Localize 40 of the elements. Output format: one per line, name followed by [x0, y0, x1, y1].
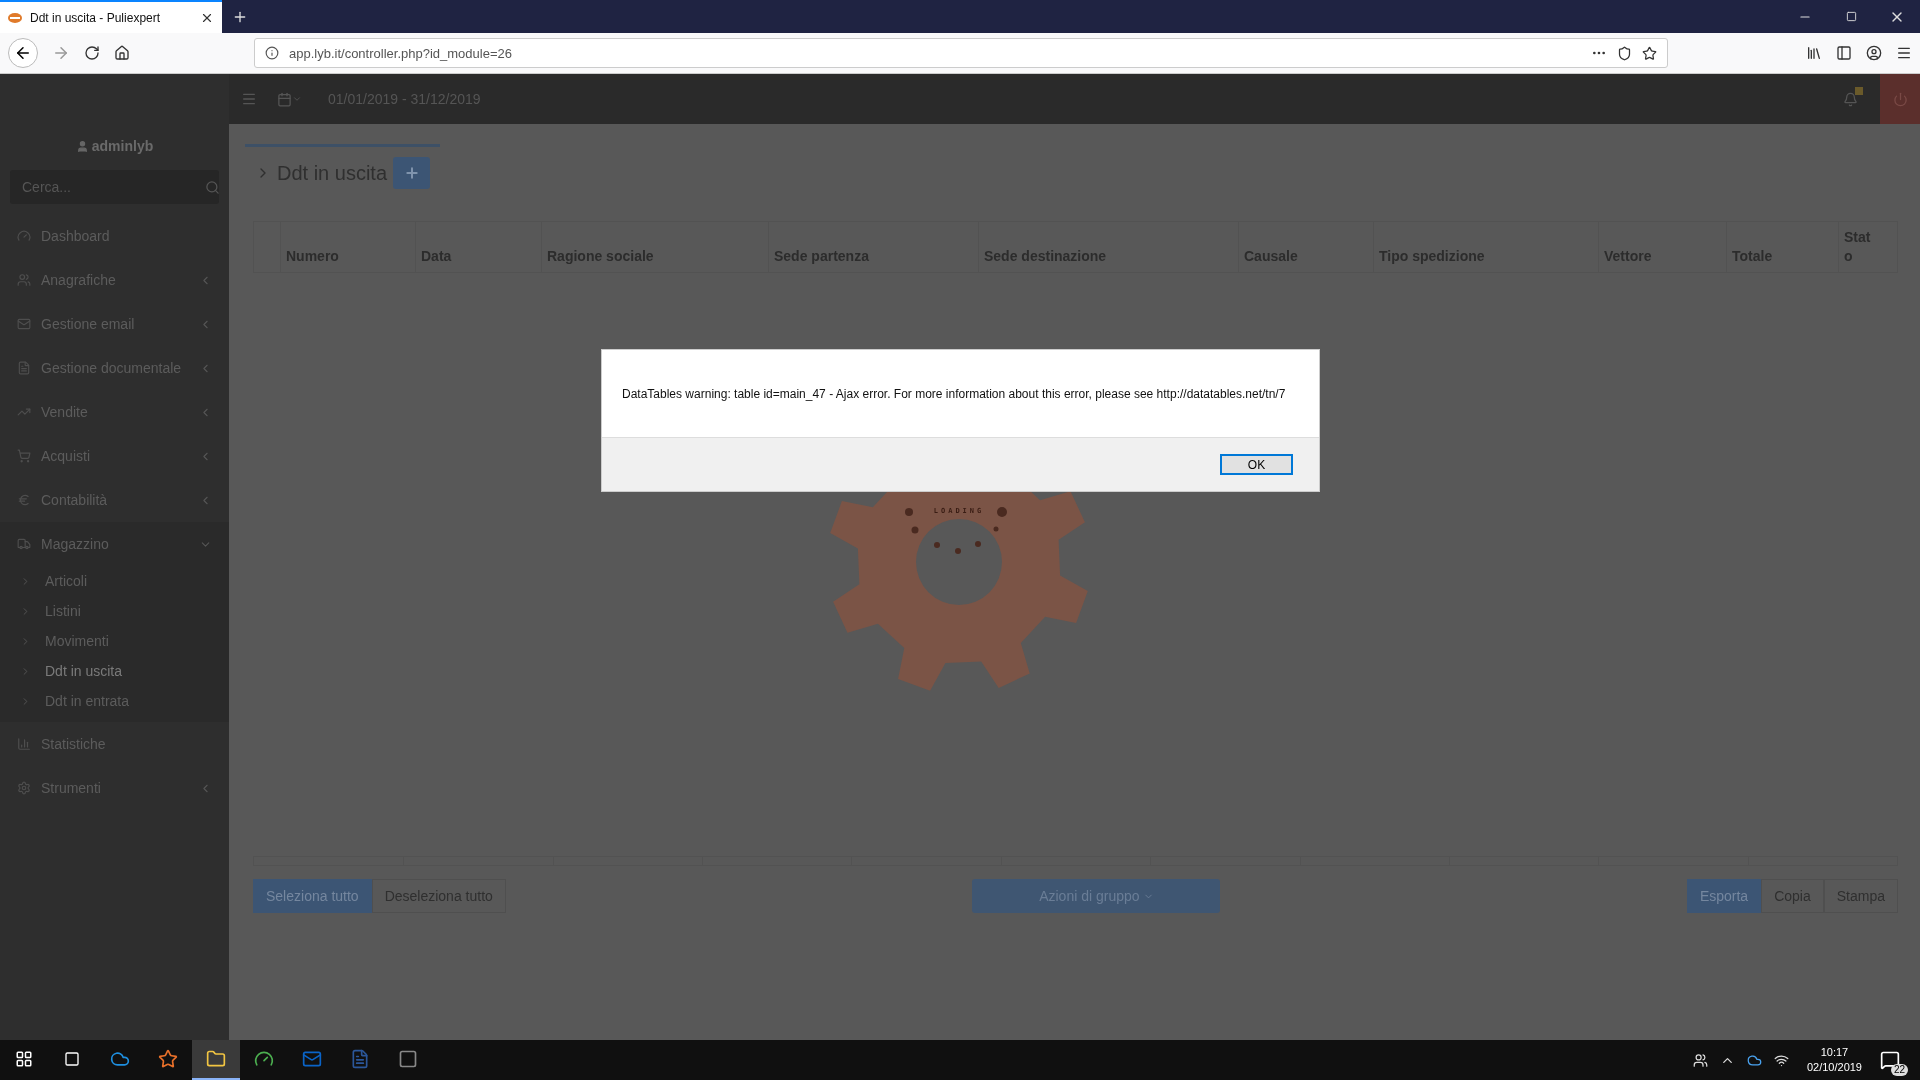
account-icon[interactable]: [1866, 45, 1882, 61]
cloud-icon[interactable]: [1746, 1052, 1762, 1068]
user-name: adminlyb: [91, 138, 154, 154]
menu-item-icon: [17, 317, 31, 331]
info-icon: [265, 46, 279, 60]
home-icon[interactable]: [114, 45, 130, 61]
browser-tab[interactable]: Ddt in uscita - Puliexpert: [0, 0, 222, 33]
clock[interactable]: 10:17 02/10/2019: [1806, 1045, 1862, 1075]
plus-icon: [403, 165, 420, 181]
add-button[interactable]: [393, 157, 431, 189]
ok-button[interactable]: OK: [1220, 454, 1293, 475]
power-icon: [1892, 91, 1908, 107]
menu-item-icon: [17, 781, 31, 795]
star-icon[interactable]: [1642, 45, 1657, 61]
back-button[interactable]: [8, 38, 38, 68]
menu-item-icon: [17, 449, 31, 463]
taskbar-app-icon[interactable]: [192, 1040, 240, 1080]
menu-item-icon: [17, 737, 31, 751]
select-button[interactable]: Seleziona tutto: [253, 879, 372, 913]
menu-icon[interactable]: [1896, 45, 1912, 61]
user-icon: [75, 139, 89, 153]
menu-item-icon: [17, 493, 31, 507]
forward-icon[interactable]: [52, 44, 70, 62]
menu-item-icon: [17, 537, 31, 551]
menu-item-icon: [17, 361, 31, 375]
menu-item-icon: [17, 273, 31, 287]
people-icon[interactable]: [1692, 1052, 1708, 1068]
url-text: app.lyb.it/controller.php?id_module=26: [289, 45, 513, 61]
shield-icon[interactable]: [1617, 45, 1632, 61]
notification-count: 22: [1890, 1064, 1908, 1076]
library-icon[interactable]: [1806, 45, 1822, 61]
address-bar[interactable]: app.lyb.it/controller.php?id_module=26: [254, 38, 1668, 68]
menu-item-icon: [17, 229, 31, 243]
reload-icon[interactable]: [84, 45, 100, 61]
network-icon[interactable]: [1773, 1052, 1789, 1068]
submenu-item[interactable]: Ddt in uscita: [0, 656, 229, 686]
notification-badge: [1855, 86, 1863, 95]
tab-title: Ddt in uscita - Puliexpert: [30, 10, 162, 25]
sidebar-icon[interactable]: [1836, 45, 1852, 61]
export-button[interactable]: Esporta: [1686, 879, 1762, 913]
